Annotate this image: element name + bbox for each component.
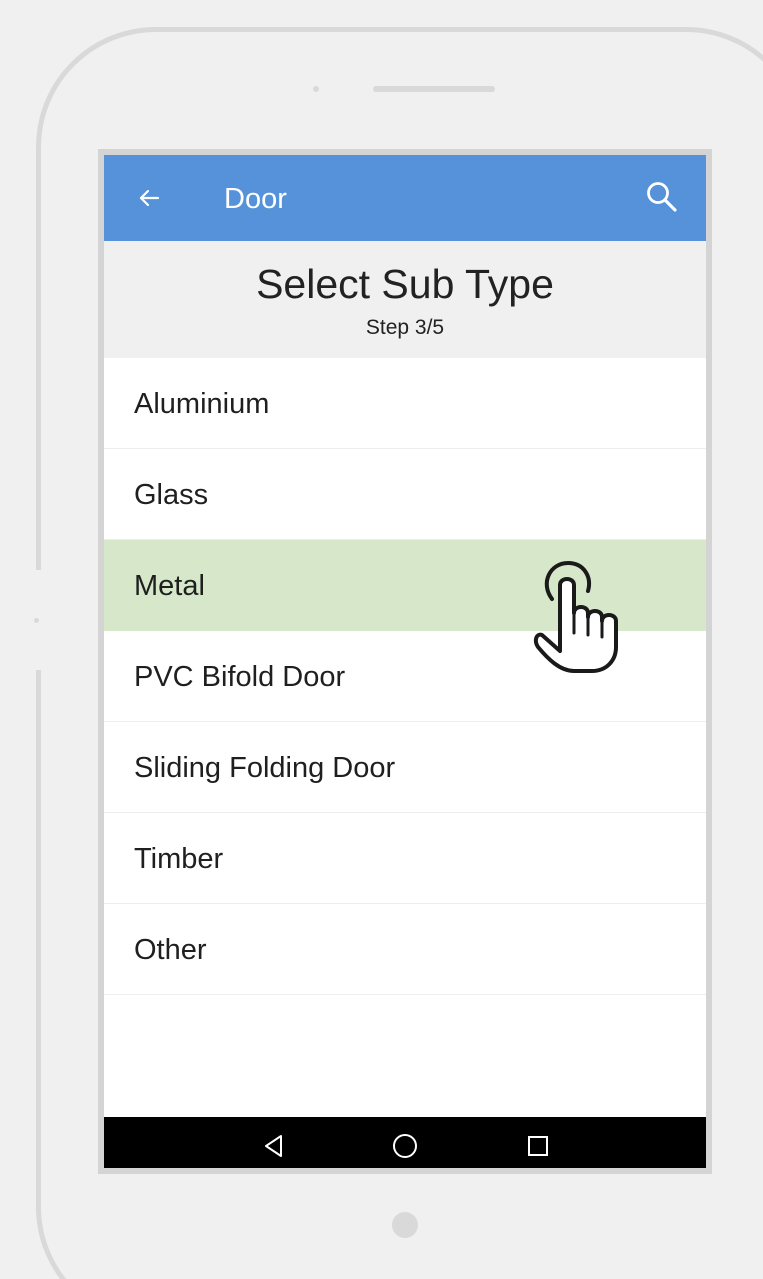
android-nav-bar <box>104 1117 706 1168</box>
arrow-left-icon[interactable] <box>134 183 164 213</box>
step-indicator: Step 3/5 <box>365 316 445 339</box>
list-item-label: Metal <box>134 570 205 602</box>
app-bar: Door <box>104 155 706 241</box>
list-item-other[interactable]: Other <box>104 904 706 995</box>
camera-dot <box>313 86 319 92</box>
list-item-label: Timber <box>134 843 224 875</box>
sub-type-list: Aluminium Glass Metal PVC Bifold Door Sl… <box>104 358 706 995</box>
list-item-timber[interactable]: Timber <box>104 813 706 904</box>
phone-side-dot <box>34 618 39 623</box>
speaker-grille <box>373 86 495 92</box>
square-recents-icon[interactable] <box>521 1129 555 1163</box>
list-item-label: PVC Bifold Door <box>134 661 346 693</box>
circle-home-icon[interactable] <box>388 1129 422 1163</box>
list-item-label: Other <box>134 934 207 966</box>
list-item-aluminium[interactable]: Aluminium <box>104 358 706 449</box>
phone-home-button[interactable] <box>392 1212 418 1238</box>
app-bar-title: Door <box>224 183 287 215</box>
list-item-label: Glass <box>134 479 209 511</box>
stage: Door Select Sub Type Step 3/5 Aluminium … <box>0 0 763 1279</box>
search-icon[interactable] <box>642 177 682 217</box>
page-heading: Select Sub Type Step 3/5 <box>104 241 706 358</box>
list-item-glass[interactable]: Glass <box>104 449 706 540</box>
page-title: Select Sub Type <box>256 261 554 307</box>
list-item-sliding-folding-door[interactable]: Sliding Folding Door <box>104 722 706 813</box>
list-item-label: Sliding Folding Door <box>134 752 396 784</box>
hand-pointer-icon <box>533 560 618 673</box>
list-item-label: Aluminium <box>134 388 270 420</box>
triangle-back-icon[interactable] <box>257 1129 291 1163</box>
